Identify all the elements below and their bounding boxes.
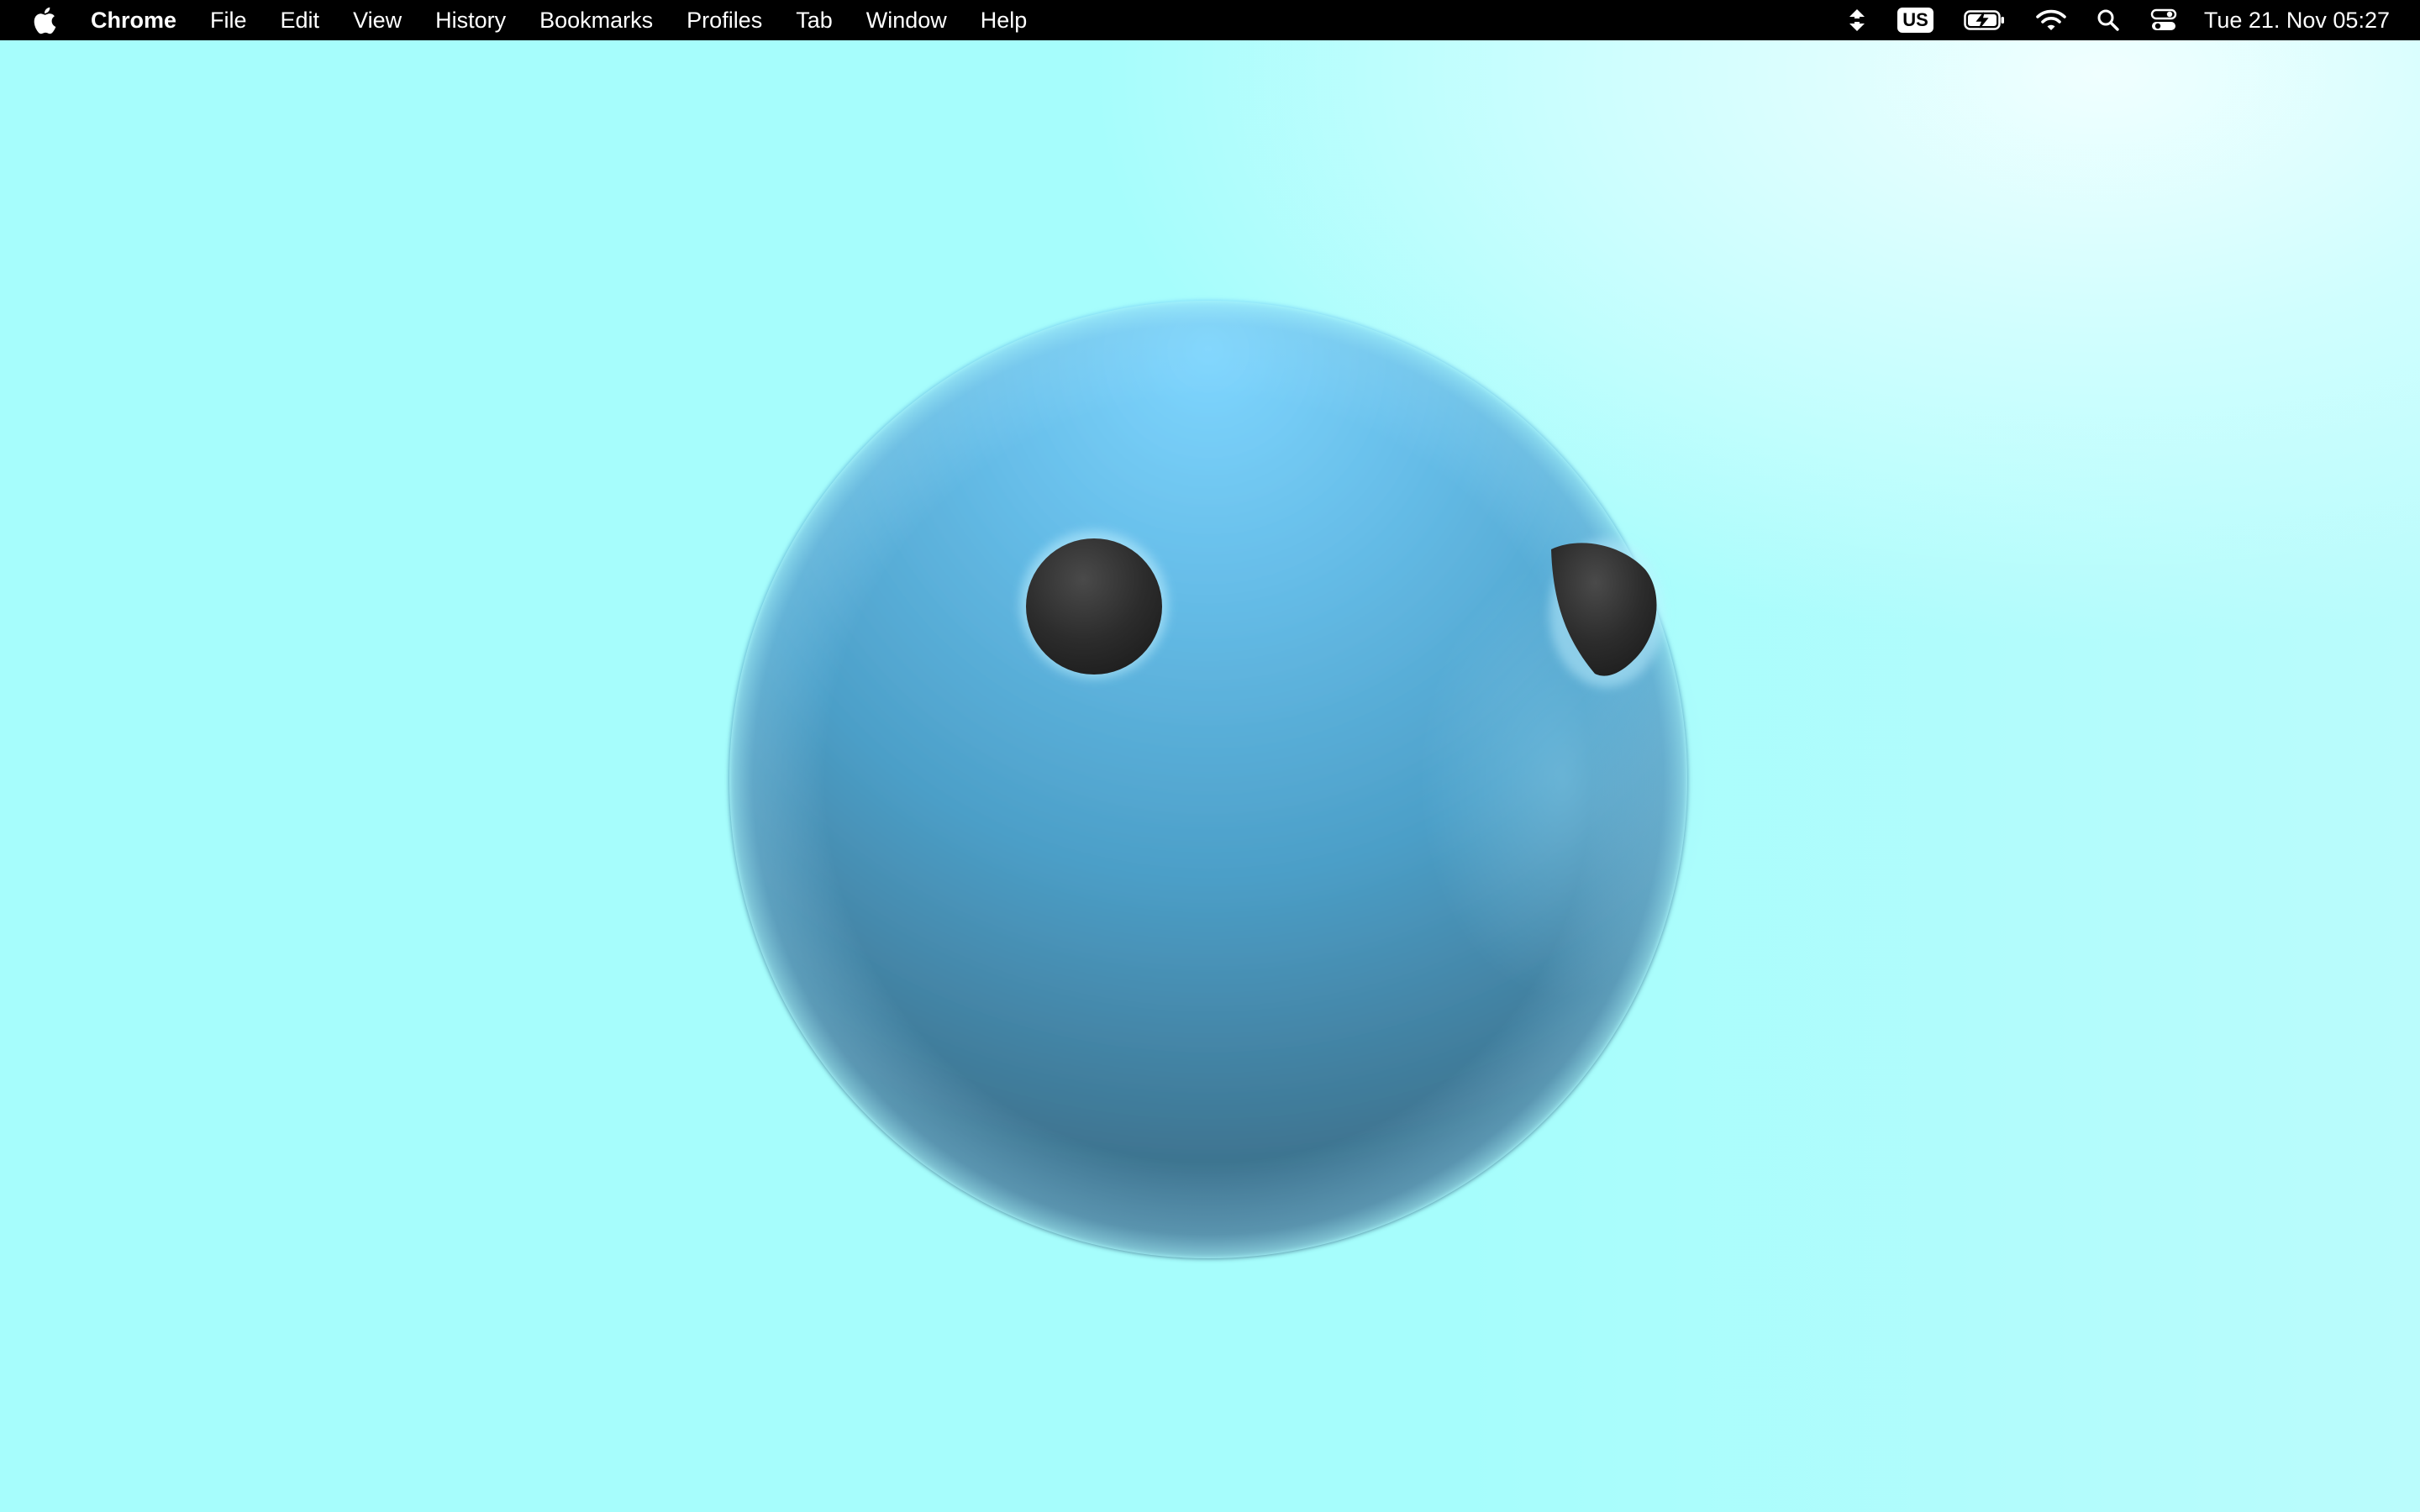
menu-app-name[interactable]: Chrome (76, 0, 193, 40)
menu-bar-status: US Tue 21. Nov 05:27 (1832, 0, 2420, 40)
arrows-up-down-icon[interactable] (1847, 0, 1867, 40)
menu-profiles[interactable]: Profiles (670, 0, 779, 40)
menu-edit[interactable]: Edit (264, 0, 337, 40)
input-source-label: US (1897, 8, 1933, 33)
3d-scene[interactable] (0, 40, 2420, 1512)
menu-help[interactable]: Help (964, 0, 1044, 40)
menu-view[interactable]: View (336, 0, 418, 40)
search-icon[interactable] (2096, 0, 2120, 40)
web-page-canvas[interactable] (0, 40, 2420, 1512)
battery-charging-icon[interactable] (1964, 0, 2006, 40)
menu-bar-left: Chrome File Edit View History Bookmarks … (0, 0, 1044, 40)
wifi-icon[interactable] (2036, 0, 2066, 40)
apple-logo-icon[interactable] (30, 4, 57, 36)
control-center-icon[interactable] (2150, 0, 2177, 40)
menu-bookmarks[interactable]: Bookmarks (523, 0, 670, 40)
menu-history[interactable]: History (418, 0, 523, 40)
menu-tab[interactable]: Tab (779, 0, 850, 40)
right-eye (1549, 539, 1664, 687)
menu-bar-clock[interactable]: Tue 21. Nov 05:27 (2204, 8, 2390, 34)
menu-bar: Chrome File Edit View History Bookmarks … (0, 0, 2420, 40)
keyboard-input-icon[interactable]: US (1897, 0, 1933, 40)
sphere-character[interactable] (729, 301, 1706, 1258)
left-eye (1020, 531, 1168, 679)
menu-window[interactable]: Window (850, 0, 964, 40)
menu-file[interactable]: File (193, 0, 264, 40)
